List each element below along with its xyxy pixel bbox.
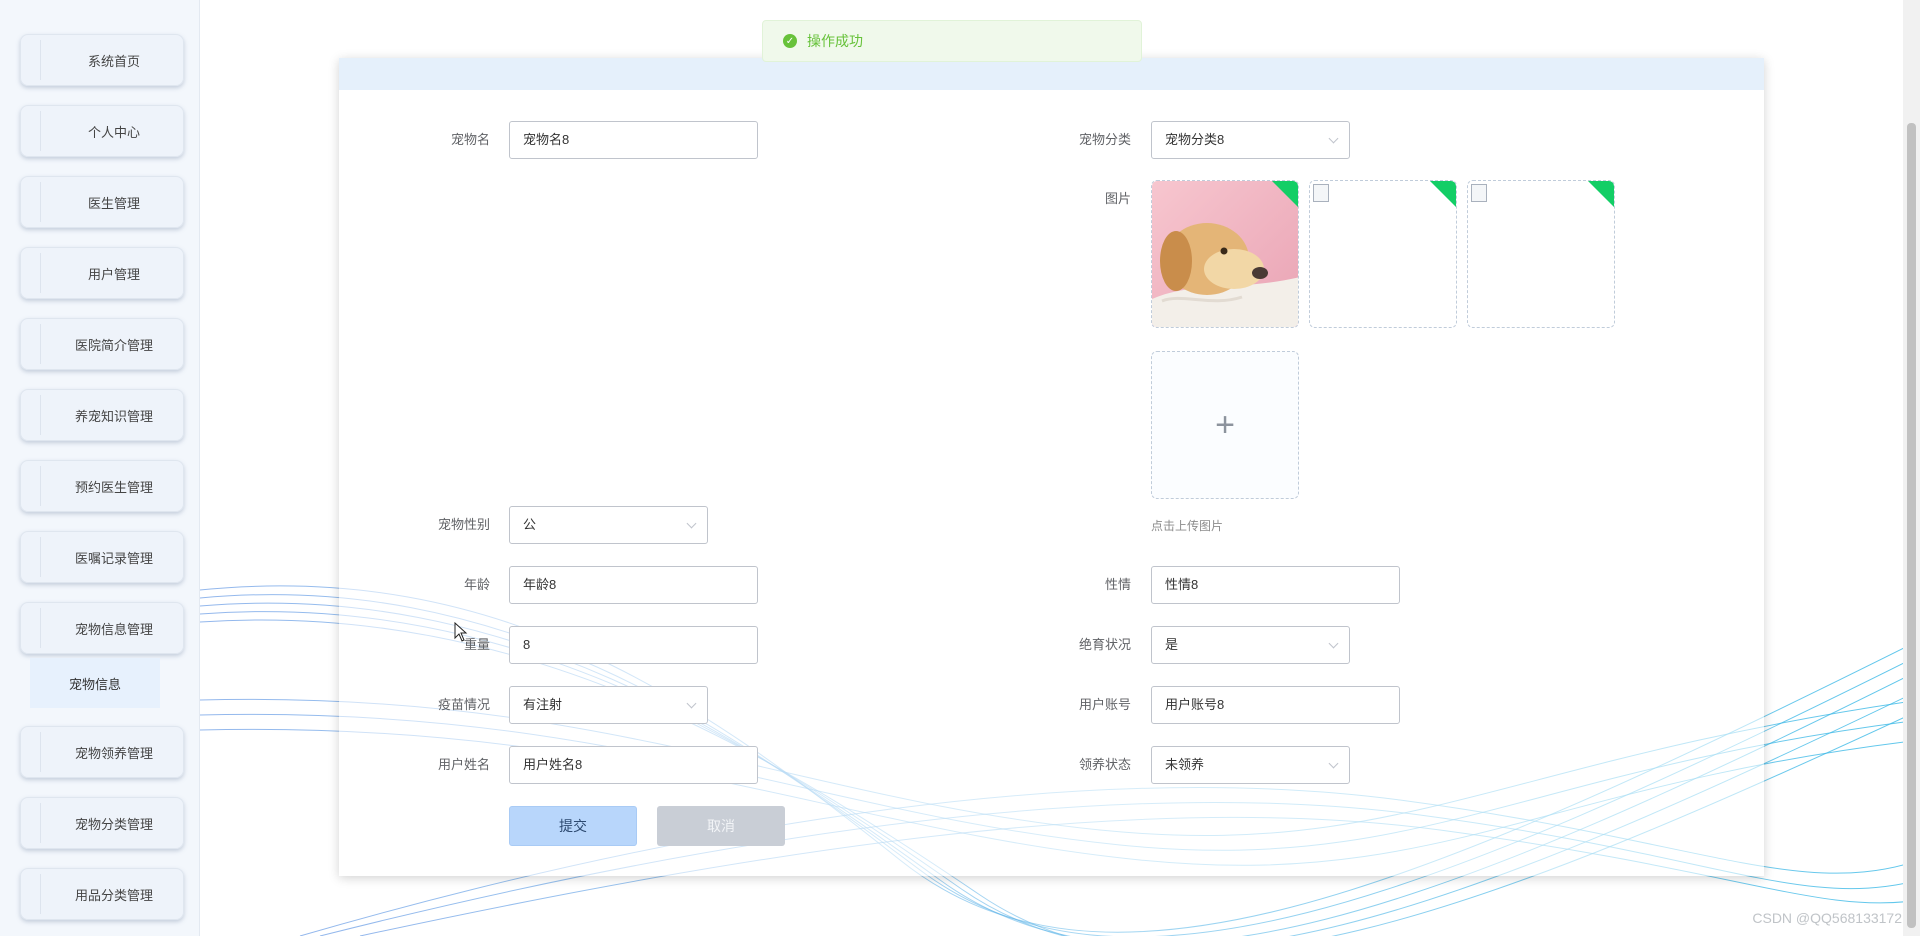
cancel-button[interactable]: 取消 <box>657 806 785 846</box>
pet-category-select[interactable]: 宠物分类8 <box>1151 121 1350 159</box>
chevron-down-icon <box>1328 133 1339 144</box>
toast-message: 操作成功 <box>807 33 863 49</box>
mouse-cursor-icon <box>454 622 468 642</box>
images-label: 图片 <box>1104 191 1131 206</box>
adopt-status-select[interactable]: 未领养 <box>1151 746 1350 784</box>
user-account-label: 用户账号 <box>1078 697 1131 712</box>
sidebar-item-label: 用户管理 <box>87 266 140 282</box>
uploaded-check-corner <box>1271 181 1298 208</box>
sidebar-item-hospital-intro[interactable]: 医院简介管理 <box>20 318 184 370</box>
sidebar-item-doctors[interactable]: 医生管理 <box>20 176 184 228</box>
pet-gender-select[interactable]: 公 <box>509 506 708 544</box>
pet-image-thumbnail-2[interactable] <box>1309 180 1457 328</box>
scrollbar-thumb[interactable] <box>1907 123 1916 928</box>
card-header-band <box>339 58 1764 90</box>
sterilized-select[interactable]: 是 <box>1151 626 1350 664</box>
sidebar-item-pet-info-management[interactable]: 宠物信息管理 <box>20 602 184 654</box>
sidebar-item-label: 预约医生管理 <box>74 479 153 495</box>
sidebar-item-label: 宠物分类管理 <box>74 816 153 832</box>
pet-name-input[interactable]: 宠物名8 <box>509 121 758 159</box>
pet-image-thumbnail-3[interactable] <box>1467 180 1615 328</box>
plus-icon: + <box>1215 405 1235 444</box>
pet-gender-value: 公 <box>523 517 537 532</box>
sidebar-item-label: 医嘱记录管理 <box>74 550 153 566</box>
watermark: CSDN @QQ568133172 <box>1752 910 1902 926</box>
weight-label: 重量 <box>463 637 490 652</box>
sidebar-item-home[interactable]: 系统首页 <box>20 34 184 86</box>
upload-image-button[interactable]: + <box>1151 351 1299 499</box>
success-toast: ✓ 操作成功 <box>762 20 1142 62</box>
weight-input[interactable]: 8 <box>509 626 758 664</box>
uploaded-check-corner <box>1587 181 1614 208</box>
submenu-item-pet-info[interactable]: 宠物信息 <box>30 658 160 708</box>
chevron-down-icon <box>686 698 697 709</box>
pet-image-thumbnail-1[interactable] <box>1151 180 1299 328</box>
sidebar-item-personal-center[interactable]: 个人中心 <box>20 105 184 157</box>
pet-gender-label: 宠物性别 <box>437 517 490 532</box>
user-name-label: 用户姓名 <box>437 757 490 772</box>
sidebar-item-label: 用品分类管理 <box>74 887 153 903</box>
sidebar-item-users[interactable]: 用户管理 <box>20 247 184 299</box>
sidebar-item-appointments[interactable]: 预约医生管理 <box>20 460 184 512</box>
temperament-input[interactable]: 性情8 <box>1151 566 1400 604</box>
chevron-down-icon <box>1328 638 1339 649</box>
sidebar-item-label: 医院简介管理 <box>74 337 153 353</box>
sidebar-item-label: 养宠知识管理 <box>74 408 153 424</box>
uploaded-check-corner <box>1429 181 1456 208</box>
sidebar-item-label: 医生管理 <box>87 195 140 211</box>
pet-category-value: 宠物分类8 <box>1165 132 1225 147</box>
sidebar-item-label: 个人中心 <box>87 124 140 140</box>
vaccine-value: 有注射 <box>523 697 563 712</box>
sidebar-item-pet-categories[interactable]: 宠物分类管理 <box>20 797 184 849</box>
sidebar: 系统首页 个人中心 医生管理 用户管理 医院简介管理 养宠知识管理 预约医生管理… <box>0 0 200 936</box>
sidebar-item-label: 系统首页 <box>87 53 140 69</box>
chevron-down-icon <box>686 518 697 529</box>
sidebar-item-medical-orders[interactable]: 医嘱记录管理 <box>20 531 184 583</box>
vaccine-select[interactable]: 有注射 <box>509 686 708 724</box>
adopt-status-label: 领养状态 <box>1078 757 1131 772</box>
temperament-label: 性情 <box>1104 577 1131 592</box>
sterilized-value: 是 <box>1165 637 1179 652</box>
age-label: 年龄 <box>463 577 490 592</box>
check-circle-icon: ✓ <box>783 34 797 48</box>
user-name-input[interactable]: 用户姓名8 <box>509 746 758 784</box>
sidebar-item-label: 宠物信息管理 <box>74 621 153 637</box>
vaccine-label: 疫苗情况 <box>437 697 490 712</box>
submit-button[interactable]: 提交 <box>509 806 637 846</box>
broken-image-icon <box>1313 184 1329 202</box>
chevron-down-icon <box>1328 758 1339 769</box>
sidebar-item-supply-categories[interactable]: 用品分类管理 <box>20 868 184 920</box>
vertical-scrollbar[interactable] <box>1903 0 1920 936</box>
pet-category-label: 宠物分类 <box>1078 132 1131 147</box>
broken-image-icon <box>1471 184 1487 202</box>
upload-hint: 点击上传图片 <box>1151 519 1224 533</box>
sidebar-item-pet-knowledge[interactable]: 养宠知识管理 <box>20 389 184 441</box>
sterilized-label: 绝育状况 <box>1078 637 1131 652</box>
sidebar-item-adoption[interactable]: 宠物领养管理 <box>20 726 184 778</box>
sidebar-item-label: 宠物领养管理 <box>74 745 153 761</box>
pet-name-label: 宠物名 <box>450 132 490 147</box>
user-account-input[interactable]: 用户账号8 <box>1151 686 1400 724</box>
adopt-status-value: 未领养 <box>1165 757 1205 772</box>
age-input[interactable]: 年龄8 <box>509 566 758 604</box>
submenu-item-label: 宠物信息 <box>68 676 121 692</box>
